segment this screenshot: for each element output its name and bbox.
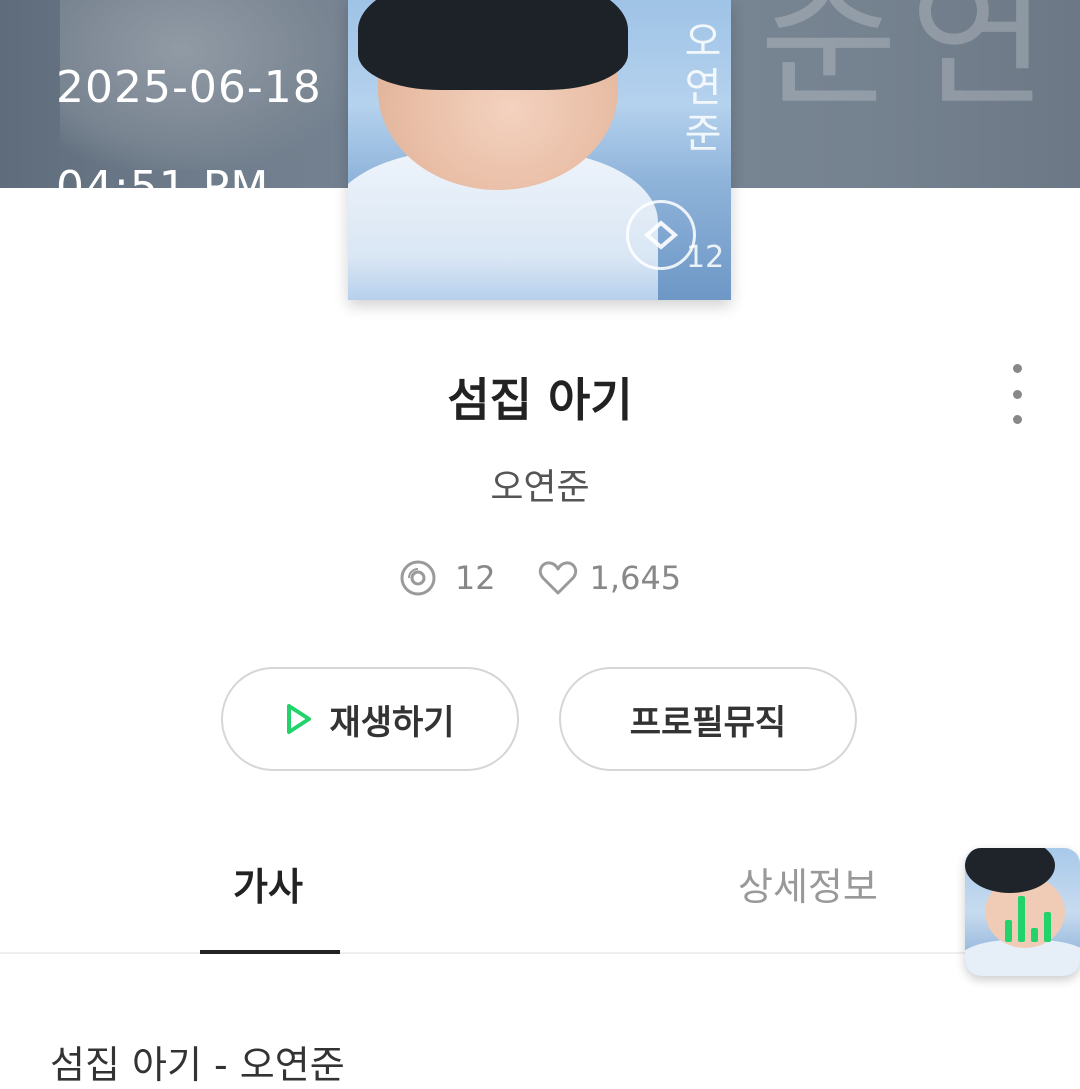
song-stats: 12 1,645 xyxy=(0,556,1080,600)
play-count: 12 xyxy=(454,559,496,597)
tab-details[interactable]: 상세정보 xyxy=(738,856,878,911)
play-icon xyxy=(287,704,312,734)
play-button[interactable]: 재생하기 xyxy=(221,667,519,771)
like-stat[interactable]: 1,645 xyxy=(538,559,682,597)
backdrop-artist-glyph: 연준 xyxy=(728,0,1052,120)
play-button-label: 재생하기 xyxy=(329,702,455,743)
status-time: 04:51 PM xyxy=(56,162,270,188)
artist-name[interactable]: 오연준 xyxy=(0,458,1080,510)
more-dot-icon xyxy=(1012,364,1022,373)
mini-player[interactable] xyxy=(965,848,1080,976)
tab-divider xyxy=(0,952,1080,954)
profile-music-label: 프로필뮤직 xyxy=(629,702,787,743)
disc-icon xyxy=(400,560,436,596)
status-date: 2025-06-18 xyxy=(56,62,322,113)
play-count-stat: 12 xyxy=(399,559,496,597)
lyrics-header: 섬집 아기 - 오연준 xyxy=(50,1043,345,1087)
tab-lyrics[interactable]: 가사 xyxy=(233,856,303,911)
like-count: 1,645 xyxy=(589,559,682,597)
cover-vertical-title: 오연준 xyxy=(676,20,722,158)
cover-number: 12 xyxy=(686,240,725,275)
cover-hair xyxy=(358,0,628,90)
profile-music-button[interactable]: 프로필뮤직 xyxy=(559,667,857,771)
more-dot-icon xyxy=(1012,415,1022,424)
equalizer-icon xyxy=(1005,896,1051,942)
album-cover[interactable]: 오연준 12 xyxy=(348,0,731,300)
more-dot-icon xyxy=(1012,389,1022,399)
heart-icon xyxy=(538,561,577,595)
song-title: 섬집 아기 xyxy=(447,373,633,427)
more-options-button[interactable] xyxy=(1000,364,1034,424)
active-tab-indicator xyxy=(200,950,340,954)
